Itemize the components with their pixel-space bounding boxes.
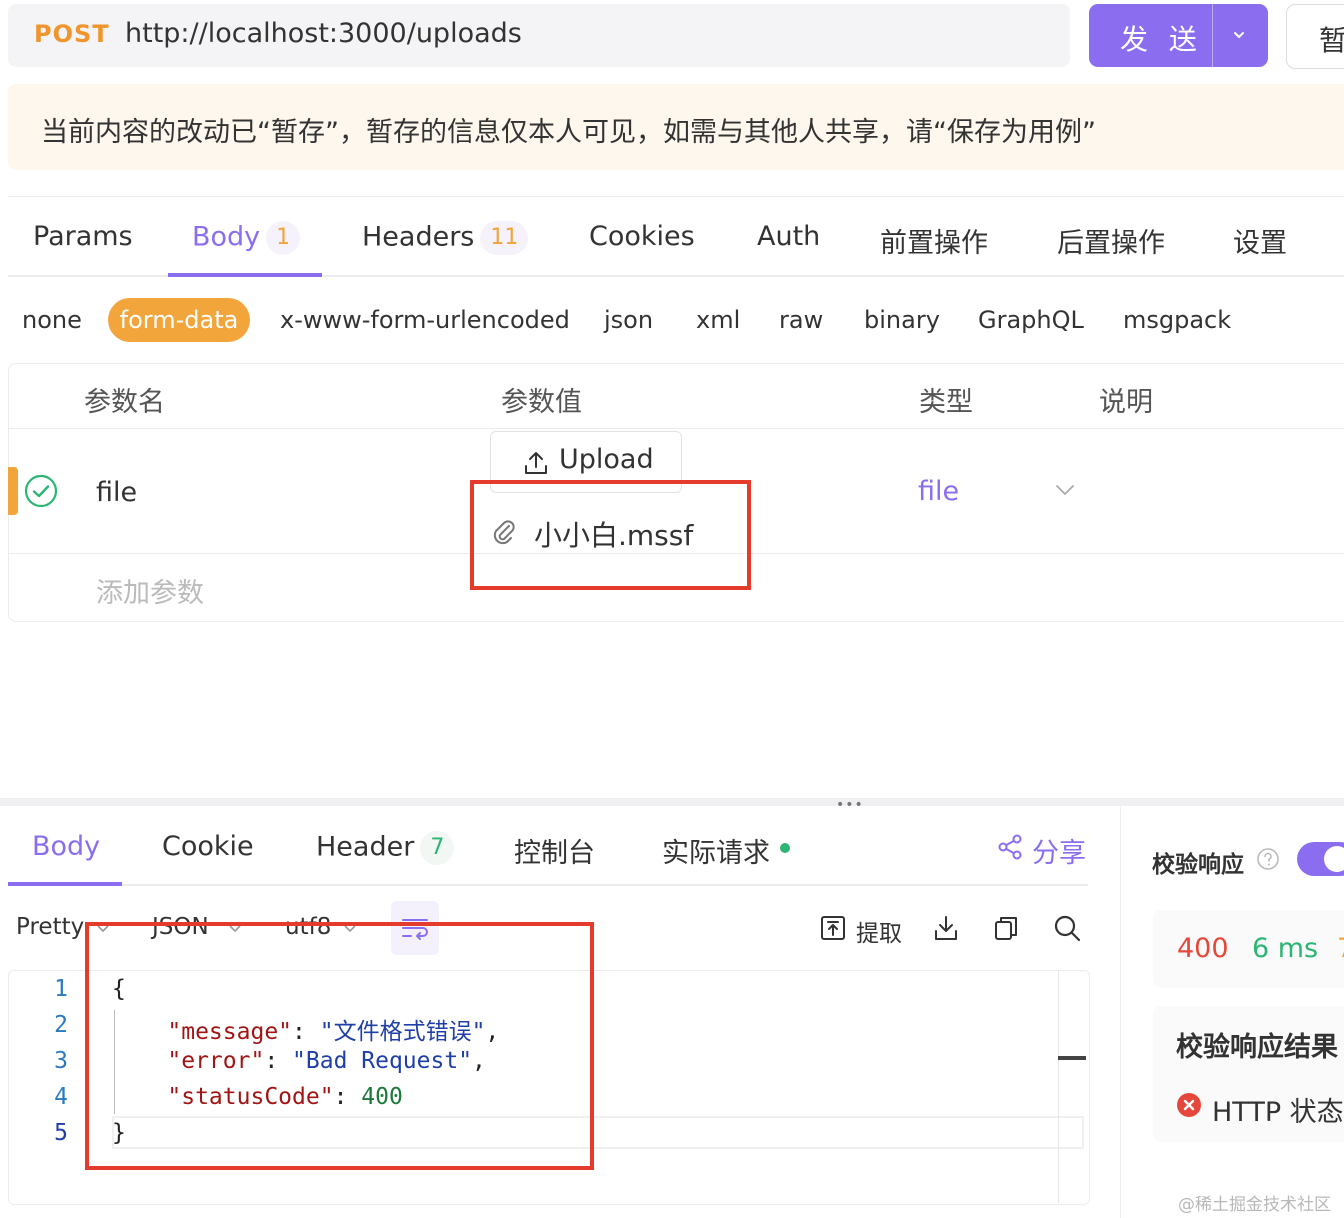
line-number: 4	[54, 1084, 68, 1110]
tab-post-processors[interactable]: 后置操作	[1057, 221, 1165, 260]
body-type-xml[interactable]: xml	[696, 306, 740, 334]
tab-cookies[interactable]: Cookies	[589, 221, 695, 252]
download-icon[interactable]	[933, 914, 959, 942]
column-header-description: 说明	[1099, 387, 1153, 418]
tab-pre-processors[interactable]: 前置操作	[880, 221, 988, 260]
response-tab-console[interactable]: 控制台	[514, 831, 595, 870]
scrollbar-thumb[interactable]	[1058, 1056, 1086, 1060]
method-select[interactable]: POST	[34, 20, 110, 48]
body-type-msgpack[interactable]: msgpack	[1123, 306, 1231, 334]
scrollbar-track[interactable]	[1058, 971, 1059, 1203]
line-number: 5	[54, 1120, 68, 1146]
response-tab-header-count: 7	[420, 831, 455, 865]
drag-handle[interactable]	[8, 467, 18, 515]
param-type-select[interactable]: file	[918, 476, 959, 507]
extract-button[interactable]: 提取	[856, 914, 902, 948]
column-header-type: 类型	[919, 387, 973, 418]
response-tab-header-label: Header	[316, 831, 415, 863]
share-icon[interactable]	[997, 833, 1023, 861]
search-icon[interactable]	[1053, 914, 1081, 942]
status-dot	[780, 843, 790, 853]
body-type-graphql[interactable]: GraphQL	[978, 306, 1084, 334]
highlight-box-response	[85, 922, 594, 1170]
tab-underline-track	[8, 884, 1088, 886]
url-input[interactable]: http://localhost:3000/uploads	[125, 18, 522, 49]
tab-settings[interactable]: 设置	[1233, 221, 1287, 260]
panel-splitter[interactable]	[0, 798, 1344, 806]
line-number: 1	[54, 976, 68, 1002]
add-param-input[interactable]: 添加参数	[96, 571, 204, 610]
body-type-raw[interactable]: raw	[779, 306, 823, 334]
toggle-knob	[1324, 846, 1344, 872]
verify-result-item: HTTP 状态	[1212, 1097, 1344, 1128]
error-circle-icon	[1177, 1093, 1201, 1117]
send-button-divider	[1212, 4, 1213, 67]
save-button[interactable]: 暂	[1286, 4, 1344, 69]
line-number: 3	[54, 1048, 68, 1074]
tab-active-indicator	[168, 273, 322, 277]
tab-params[interactable]: Params	[33, 221, 133, 252]
body-type-none[interactable]: none	[22, 306, 82, 334]
upload-icon	[525, 452, 547, 474]
line-number: 2	[54, 1012, 68, 1038]
tab-headers[interactable]: Headers 11	[362, 221, 529, 255]
view-mode-select[interactable]: Pretty	[16, 914, 84, 940]
column-header-value: 参数值	[501, 387, 582, 418]
response-tab-header[interactable]: Header 7	[316, 831, 455, 865]
tab-auth[interactable]: Auth	[757, 221, 820, 252]
draft-notice-text: 当前内容的改动已“暂存”，暂存的信息仅本人可见，如需与其他人共享，请“保存为用例…	[41, 117, 1096, 148]
body-type-form-data[interactable]: form-data	[108, 298, 250, 342]
response-size: 7	[1337, 933, 1344, 964]
save-button-label: 暂	[1319, 24, 1344, 57]
highlight-box-file	[470, 480, 751, 590]
response-tab-body[interactable]: Body	[32, 831, 100, 862]
check-circle-icon[interactable]	[24, 474, 58, 508]
send-button[interactable]: 发 送	[1089, 4, 1268, 67]
tab-body-label: Body	[192, 221, 261, 253]
chevron-down-icon[interactable]	[1055, 482, 1075, 498]
share-button[interactable]: 分享	[1032, 831, 1086, 870]
draft-notice: 当前内容的改动已“暂存”，暂存的信息仅本人可见，如需与其他人共享，请“保存为用例…	[8, 84, 1344, 170]
watermark: @稀土掘金技术社区	[1178, 1195, 1331, 1215]
body-type-urlencoded[interactable]: x-www-form-urlencoded	[280, 306, 570, 334]
verify-result-title: 校验响应结果	[1176, 1032, 1338, 1063]
divider	[8, 196, 1344, 197]
send-button-label: 发 送	[1120, 23, 1203, 56]
response-tab-cookie[interactable]: Cookie	[162, 831, 254, 862]
body-type-binary[interactable]: binary	[864, 306, 940, 334]
param-name-field[interactable]: file	[96, 477, 137, 508]
status-code: 400	[1177, 933, 1229, 964]
copy-icon[interactable]	[993, 914, 1019, 942]
tab-headers-count: 11	[480, 221, 529, 255]
verify-response-label: 校验响应	[1152, 852, 1244, 878]
tab-body[interactable]: Body 1	[192, 221, 301, 255]
body-type-json[interactable]: json	[604, 306, 653, 334]
tab-body-count: 1	[266, 221, 301, 255]
upload-button-label: Upload	[559, 444, 654, 475]
extract-icon[interactable]	[820, 915, 846, 941]
drag-dots-icon[interactable]: •••	[836, 797, 864, 813]
response-tab-actual-request[interactable]: 实际请求	[662, 831, 770, 870]
response-time: 6 ms	[1252, 933, 1319, 964]
panel-divider	[1120, 806, 1121, 1218]
row-divider	[9, 428, 1344, 429]
verify-response-toggle[interactable]	[1297, 842, 1344, 876]
chevron-down-icon[interactable]	[1230, 26, 1248, 44]
tab-active-indicator	[8, 882, 122, 886]
help-icon[interactable]	[1256, 847, 1280, 871]
tab-headers-label: Headers	[362, 221, 475, 253]
column-header-name: 参数名	[84, 387, 165, 418]
